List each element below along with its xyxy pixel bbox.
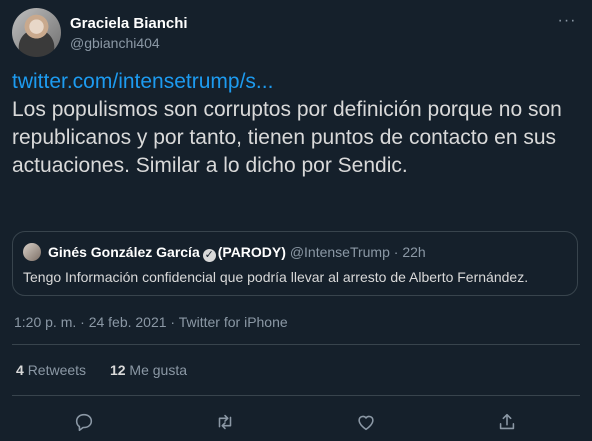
share-icon	[499, 413, 515, 430]
divider-bottom	[12, 395, 580, 396]
likes-label: Me gusta	[129, 362, 187, 378]
tweet-link[interactable]: twitter.com/intensetrump/s...	[12, 68, 582, 96]
quote-parody-label: (PARODY)	[217, 244, 286, 260]
author-name[interactable]: Graciela Bianchi	[70, 15, 188, 32]
quote-header: Ginés González García ✓ (PARODY) @IntenseT…	[48, 244, 426, 262]
quote-author-name: Ginés González García	[48, 244, 200, 260]
retweets-label: Retweets	[27, 362, 87, 378]
quote-author-handle: @IntenseTrump	[289, 244, 390, 260]
verified-icon: ✓	[202, 249, 216, 262]
avatar[interactable]	[12, 8, 61, 57]
retweet-button[interactable]	[208, 405, 242, 439]
quote-separator: ·	[393, 244, 399, 260]
like-icon	[358, 415, 374, 431]
tweet-stats: 4 Retweets 12 Me gusta	[16, 362, 207, 378]
tweet-timestamp[interactable]: 1:20 p. m. · 24 feb. 2021 · Twitter for …	[14, 314, 288, 330]
quoted-tweet[interactable]: Ginés González García ✓ (PARODY) @IntenseT…	[12, 231, 578, 296]
tweet-header: Graciela Bianchi @gbianchi404 ···	[12, 8, 580, 57]
share-button[interactable]	[490, 405, 524, 439]
reply-button[interactable]	[67, 405, 101, 439]
reply-icon	[75, 413, 93, 432]
quote-age: 22h	[402, 244, 426, 260]
retweets-stat[interactable]: 4 Retweets	[16, 362, 86, 378]
author-handle[interactable]: @gbianchi404	[70, 35, 160, 51]
like-button[interactable]	[349, 405, 383, 439]
retweets-count: 4	[16, 362, 24, 378]
more-options-icon[interactable]: ···	[556, 13, 578, 29]
quote-text: Tengo Información confidencial que podrí…	[23, 269, 529, 285]
tweet-text: twitter.com/intensetrump/s... Los populi…	[12, 68, 582, 180]
divider-top	[12, 344, 580, 345]
likes-stat[interactable]: 12 Me gusta	[110, 362, 187, 378]
tweet-body: Los populismos son corruptos por definic…	[12, 98, 562, 177]
retweet-icon	[218, 414, 232, 430]
likes-count: 12	[109, 362, 126, 378]
action-bar	[0, 405, 592, 439]
quote-avatar	[23, 243, 41, 261]
